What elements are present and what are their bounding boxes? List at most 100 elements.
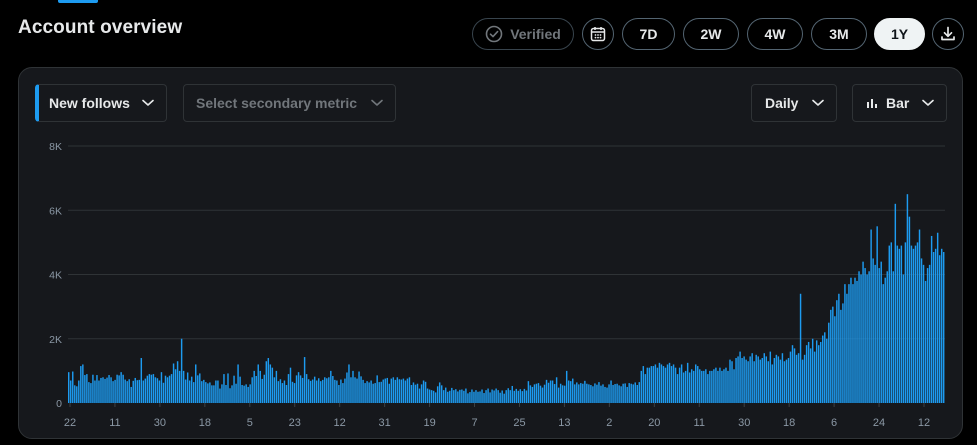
bar[interactable]	[305, 374, 308, 403]
bar[interactable]	[334, 379, 336, 403]
bar[interactable]	[84, 375, 86, 403]
bar[interactable]	[576, 382, 578, 403]
bar[interactable]	[695, 364, 697, 403]
bar[interactable]	[801, 359, 804, 403]
bar[interactable]	[483, 393, 485, 403]
bar[interactable]	[874, 264, 876, 403]
bar[interactable]	[543, 384, 546, 403]
bar[interactable]	[459, 389, 461, 403]
bar[interactable]	[449, 390, 451, 403]
bar[interactable]	[733, 369, 735, 403]
bar[interactable]	[598, 382, 600, 403]
bar[interactable]	[936, 232, 939, 403]
bar[interactable]	[707, 374, 709, 403]
bar[interactable]	[279, 379, 282, 403]
bar[interactable]	[785, 359, 788, 403]
bar[interactable]	[499, 392, 501, 403]
bar[interactable]	[737, 356, 739, 403]
bar[interactable]	[491, 389, 493, 403]
bar[interactable]	[729, 359, 731, 403]
bar[interactable]	[703, 370, 705, 404]
bar[interactable]	[263, 374, 266, 403]
bar[interactable]	[78, 380, 80, 403]
bar[interactable]	[102, 377, 104, 403]
bar[interactable]	[295, 375, 298, 403]
bar[interactable]	[648, 367, 651, 403]
bar[interactable]	[884, 277, 886, 403]
bar[interactable]	[606, 387, 608, 403]
bar[interactable]	[432, 390, 435, 403]
bar[interactable]	[622, 383, 624, 403]
bar[interactable]	[126, 381, 128, 403]
bar[interactable]	[745, 359, 747, 403]
bar[interactable]	[769, 351, 772, 403]
bar[interactable]	[505, 390, 507, 403]
bar[interactable]	[100, 377, 102, 403]
bar[interactable]	[584, 380, 586, 403]
bar[interactable]	[759, 359, 761, 403]
bar[interactable]	[243, 385, 245, 403]
bar[interactable]	[882, 284, 884, 403]
bar[interactable]	[719, 367, 721, 403]
bar[interactable]	[515, 388, 518, 403]
bar[interactable]	[797, 353, 800, 403]
bar[interactable]	[322, 379, 324, 403]
bar[interactable]	[775, 354, 778, 403]
bar[interactable]	[876, 226, 878, 403]
bar[interactable]	[138, 379, 141, 403]
bar[interactable]	[862, 261, 864, 403]
bar[interactable]	[870, 229, 872, 403]
bar[interactable]	[158, 380, 161, 403]
bar[interactable]	[376, 375, 378, 403]
bar[interactable]	[406, 378, 409, 403]
bar[interactable]	[465, 388, 467, 403]
bar[interactable]	[132, 380, 134, 403]
bar[interactable]	[193, 382, 195, 403]
bar[interactable]	[938, 255, 941, 403]
bar[interactable]	[221, 384, 223, 403]
bar[interactable]	[630, 383, 632, 403]
bar[interactable]	[72, 371, 74, 403]
bar[interactable]	[120, 372, 122, 403]
bar[interactable]	[225, 385, 227, 403]
bar[interactable]	[813, 351, 816, 403]
bar[interactable]	[846, 293, 848, 403]
bar[interactable]	[852, 284, 854, 403]
bar[interactable]	[674, 367, 677, 403]
bar[interactable]	[217, 380, 219, 403]
bar[interactable]	[414, 384, 417, 403]
bar[interactable]	[743, 356, 745, 403]
bar[interactable]	[676, 374, 679, 403]
bar[interactable]	[652, 366, 655, 403]
bar[interactable]	[152, 374, 155, 403]
bar[interactable]	[686, 362, 689, 403]
bar[interactable]	[180, 338, 183, 403]
bar[interactable]	[245, 384, 247, 403]
bar[interactable]	[807, 341, 810, 403]
bar[interactable]	[765, 356, 768, 403]
bar[interactable]	[392, 377, 395, 403]
bar[interactable]	[128, 379, 130, 403]
bar[interactable]	[699, 369, 701, 403]
bar[interactable]	[519, 389, 522, 403]
bar[interactable]	[872, 258, 874, 403]
bar[interactable]	[281, 383, 284, 403]
bar[interactable]	[557, 387, 560, 403]
bar[interactable]	[287, 374, 290, 403]
bar[interactable]	[586, 383, 588, 403]
bar[interactable]	[160, 372, 163, 403]
bar[interactable]	[168, 375, 171, 403]
bar[interactable]	[358, 371, 360, 403]
bar[interactable]	[559, 383, 562, 403]
bar[interactable]	[517, 390, 520, 403]
bar[interactable]	[408, 377, 411, 403]
bar[interactable]	[265, 361, 268, 403]
bar[interactable]	[350, 377, 352, 403]
bar[interactable]	[461, 389, 463, 403]
bar[interactable]	[749, 356, 751, 403]
bar[interactable]	[791, 345, 794, 404]
bar[interactable]	[479, 391, 481, 403]
bar[interactable]	[940, 248, 943, 403]
bar[interactable]	[626, 386, 628, 403]
bar[interactable]	[251, 377, 253, 403]
